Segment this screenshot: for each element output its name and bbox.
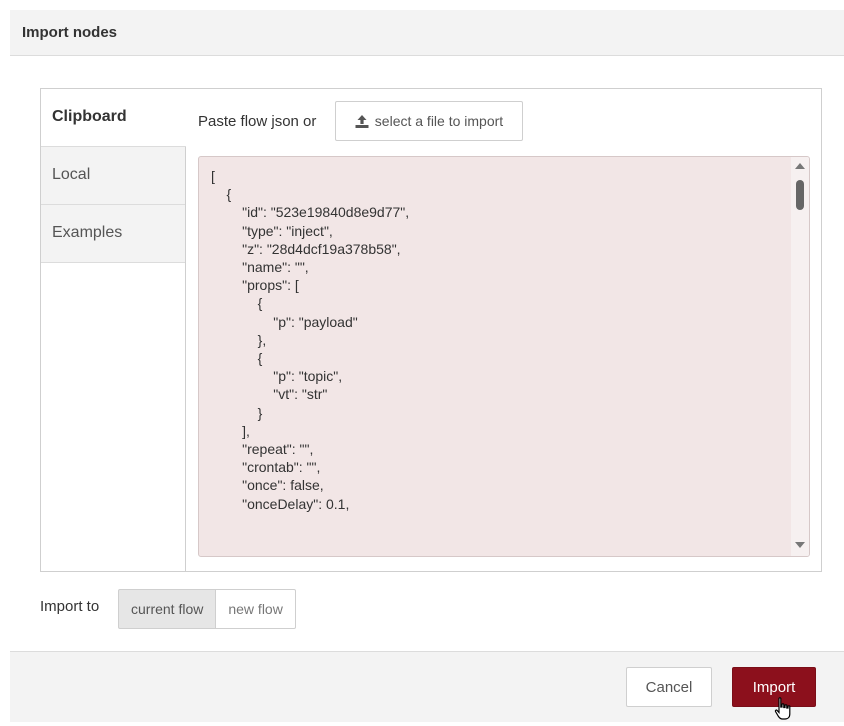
source-tabs: Clipboard Local Examples — [41, 89, 187, 571]
cancel-button[interactable]: Cancel — [626, 667, 712, 707]
import-target-toggle: current flow new flow — [118, 589, 296, 629]
tab-clipboard[interactable]: Clipboard — [41, 89, 187, 147]
editor-scrollbar[interactable] — [791, 157, 809, 556]
tab-examples[interactable]: Examples — [41, 205, 185, 263]
dialog-titlebar: Import nodes — [10, 10, 844, 56]
upload-icon — [355, 114, 369, 128]
select-file-button[interactable]: select a file to import — [335, 101, 523, 141]
current-flow-button[interactable]: current flow — [118, 589, 217, 629]
new-flow-button[interactable]: new flow — [216, 589, 296, 629]
scroll-up-arrow-icon[interactable] — [795, 163, 805, 169]
scroll-thumb[interactable] — [796, 180, 804, 210]
json-text: [ { "id": "523e19840d8e9d77", "type": "i… — [211, 168, 410, 512]
paste-label: Paste flow json or — [198, 113, 317, 130]
json-editor[interactable]: [ { "id": "523e19840d8e9d77", "type": "i… — [198, 156, 810, 557]
scroll-down-arrow-icon[interactable] — [795, 542, 805, 548]
tab-local[interactable]: Local — [41, 147, 185, 205]
select-file-label: select a file to import — [374, 113, 504, 129]
import-to-label: Import to — [40, 598, 100, 615]
clipboard-content: Paste flow json or select a file to impo… — [186, 89, 821, 571]
dialog-title: Import nodes — [22, 24, 118, 41]
dialog-footer: Cancel Import — [10, 651, 844, 722]
import-panel: Clipboard Local Examples Paste flow json… — [40, 88, 822, 572]
